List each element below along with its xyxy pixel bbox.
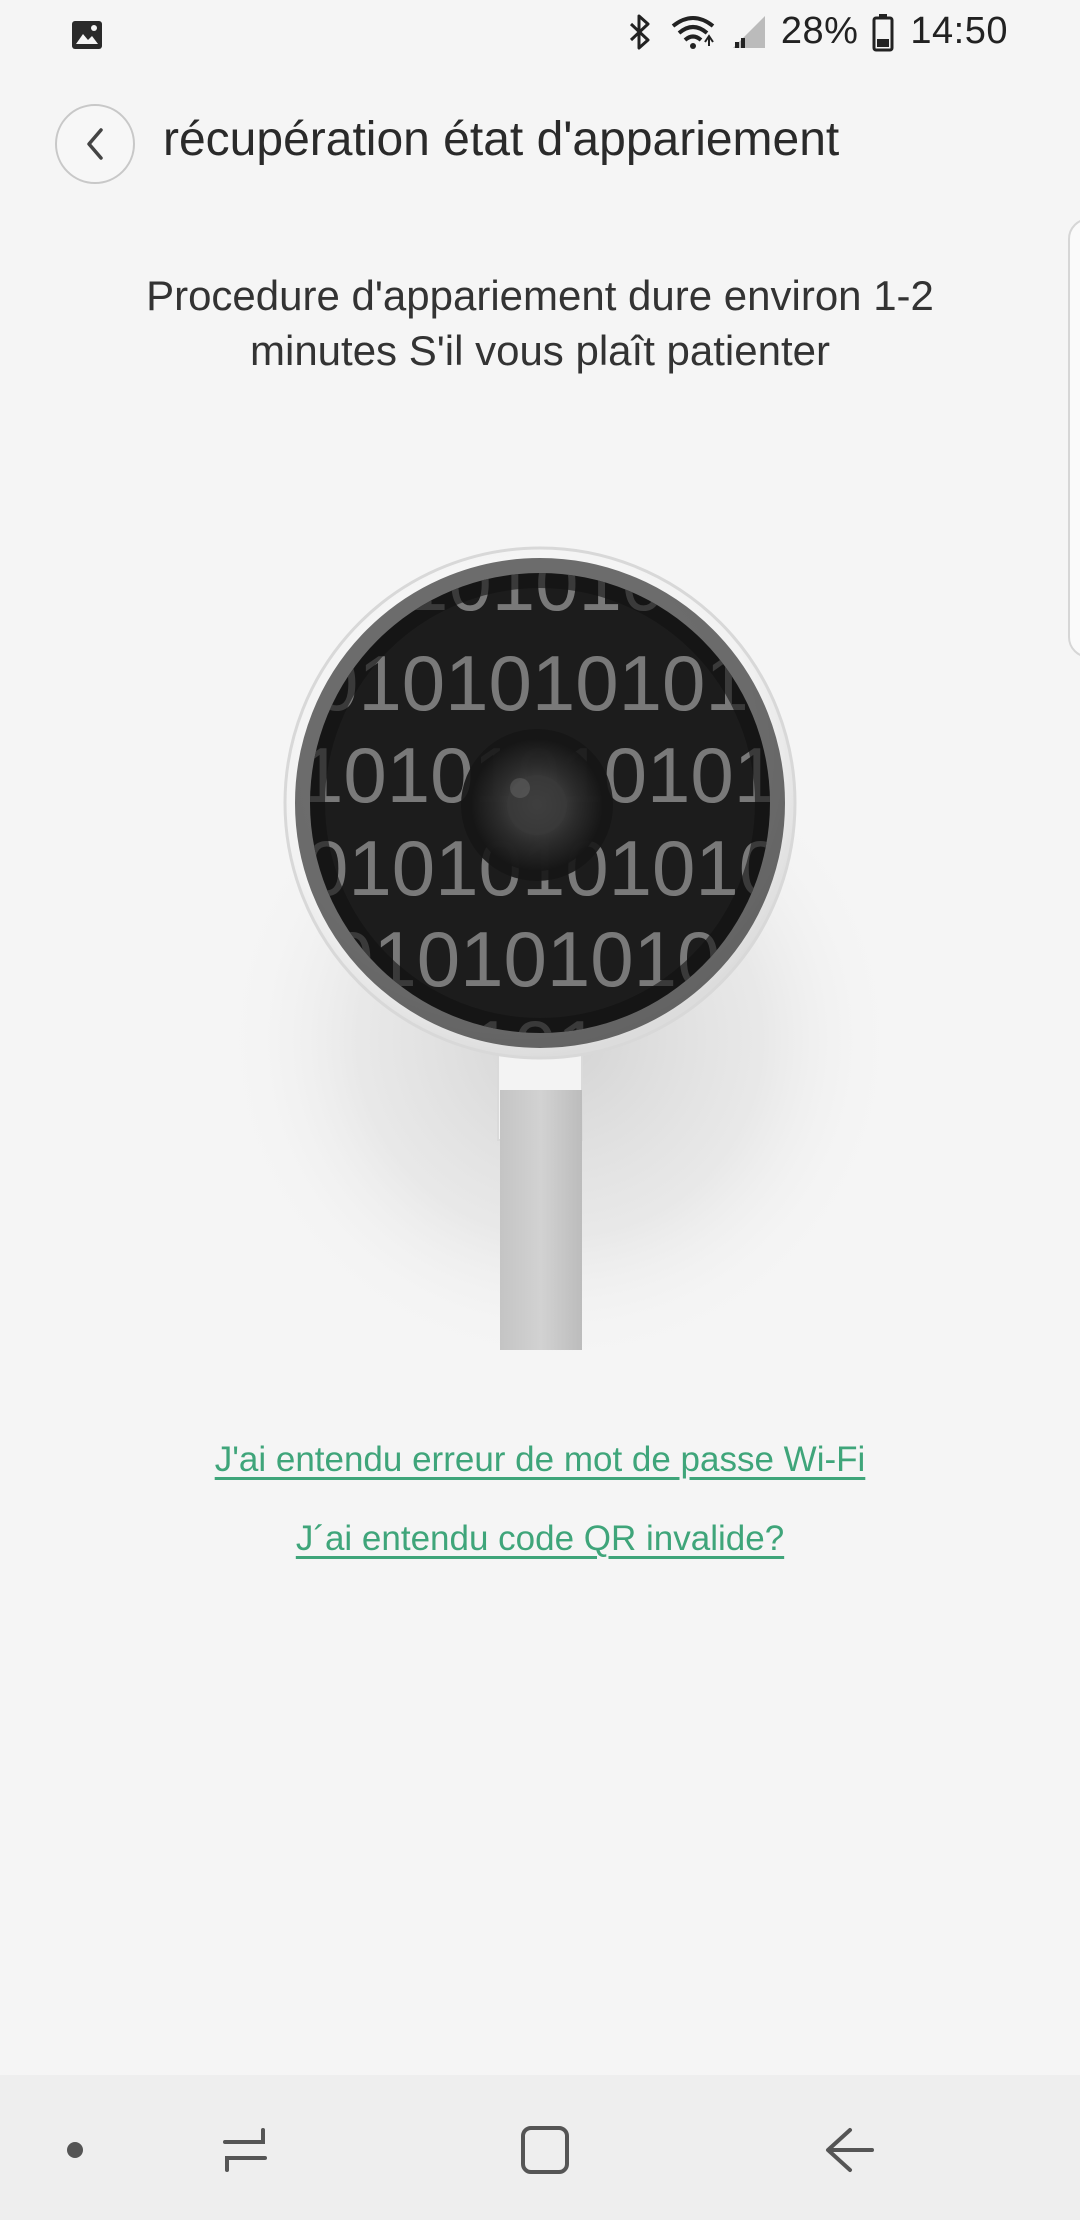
header: récupération état d'appariement xyxy=(0,100,1080,190)
clock: 14:50 xyxy=(910,10,1008,52)
camera-illustration: 101010101 0101010101010 1010101010101 01… xyxy=(140,520,940,1380)
home-icon[interactable] xyxy=(510,2115,580,2185)
invalid-qr-code-link[interactable]: J´ai entendu code QR invalide? xyxy=(0,1519,1080,1559)
wifi-password-error-link[interactable]: J'ai entendu erreur de mot de passe Wi-F… xyxy=(0,1440,1080,1480)
dot-icon[interactable] xyxy=(40,2115,110,2185)
navigation-bar xyxy=(0,2075,1080,2220)
wifi-icon xyxy=(669,12,717,52)
recent-apps-icon[interactable] xyxy=(210,2115,280,2185)
binary-row: 0101010101010 xyxy=(315,639,879,727)
status-bar: 28% 14:50 xyxy=(0,0,1080,72)
back-arrow-icon[interactable] xyxy=(815,2115,885,2185)
battery-percentage: 28% xyxy=(780,10,859,52)
signal-icon xyxy=(731,12,767,52)
instruction-line-2: minutes S'il vous plaît patienter xyxy=(250,327,830,374)
back-button[interactable] xyxy=(55,104,135,184)
bluetooth-icon xyxy=(625,12,655,52)
pairing-instruction: Procedure d'appariement dure environ 1-2… xyxy=(60,268,1020,378)
page-title: récupération état d'appariement xyxy=(163,113,840,166)
edge-panel-handle[interactable] xyxy=(1068,218,1080,658)
screen: 28% 14:50 récupération état d'appariemen… xyxy=(0,0,1080,2220)
status-icons: 28% 14:50 xyxy=(625,10,1008,53)
instruction-line-1: Procedure d'appariement dure environ 1-2 xyxy=(146,272,934,319)
image-icon xyxy=(70,18,104,57)
chevron-left-icon xyxy=(87,128,103,160)
battery-icon xyxy=(872,12,894,52)
